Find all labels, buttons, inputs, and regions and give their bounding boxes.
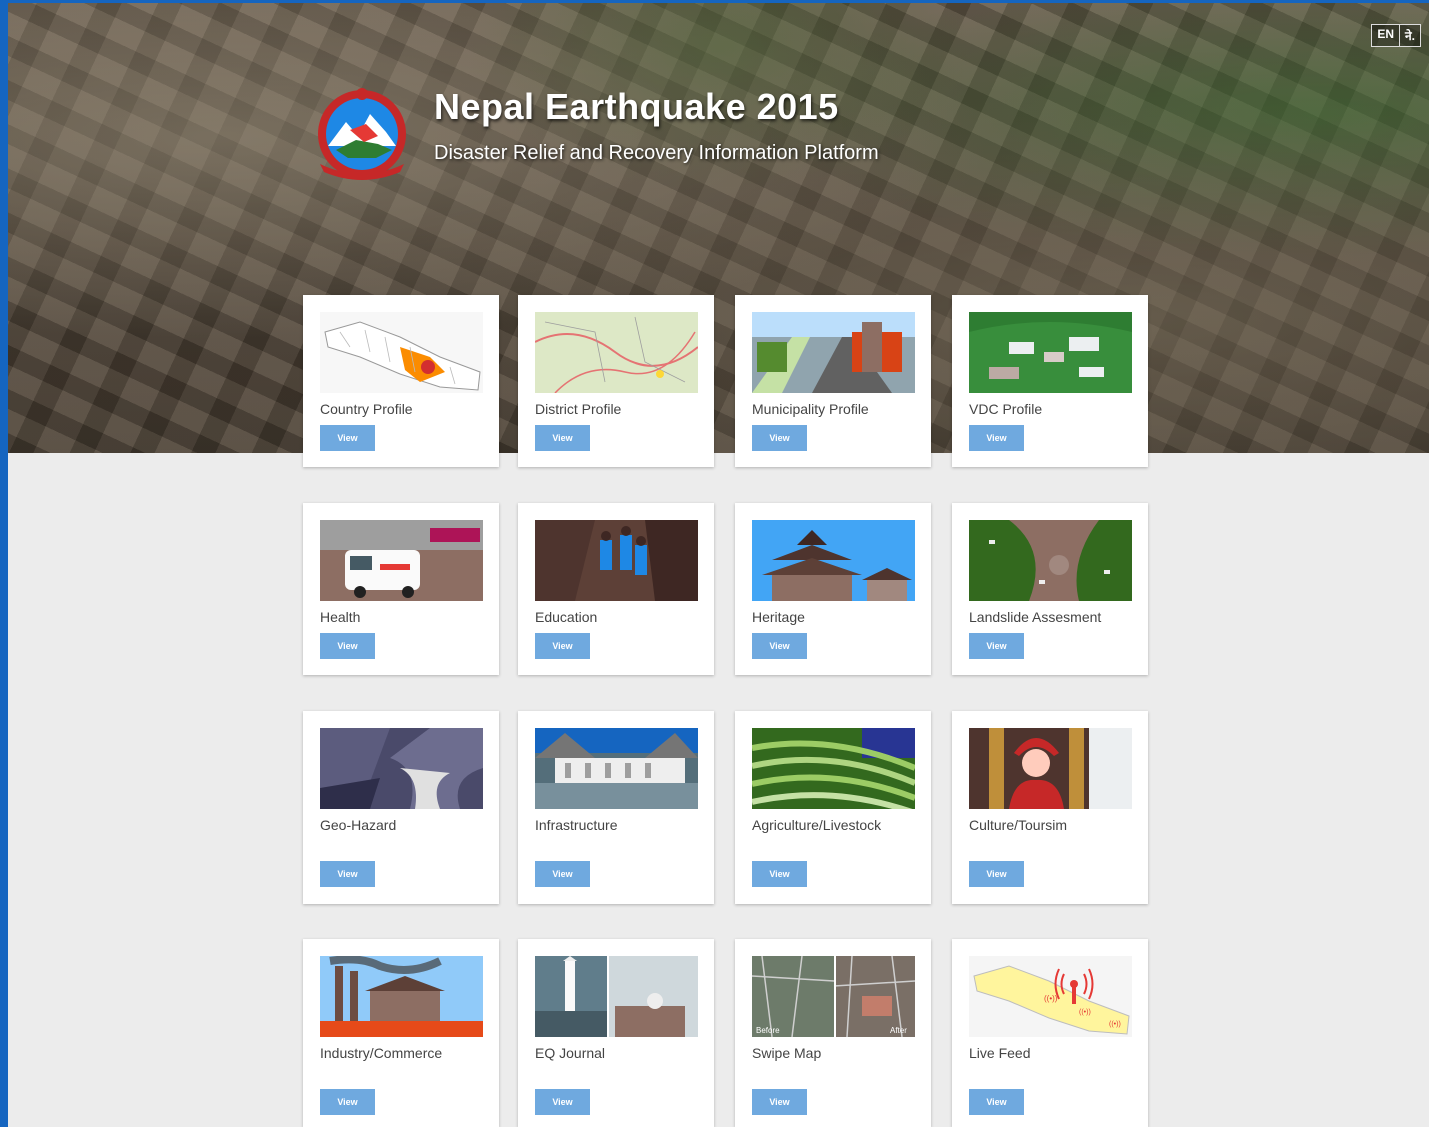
before-label: Before bbox=[756, 1026, 780, 1035]
page-subtitle: Disaster Relief and Recovery Information… bbox=[434, 142, 879, 164]
module-card: Infrastructure View bbox=[518, 711, 714, 904]
nepal-map-thumbnail[interactable] bbox=[320, 312, 483, 393]
module-card-title: Heritage bbox=[752, 609, 805, 625]
village-hills-thumbnail[interactable] bbox=[969, 312, 1132, 393]
brick-kiln-thumbnail[interactable] bbox=[320, 956, 483, 1037]
view-button[interactable]: View bbox=[535, 861, 590, 887]
temple-thumbnail[interactable] bbox=[752, 520, 915, 601]
view-button[interactable]: View bbox=[969, 1089, 1024, 1115]
district-map-thumbnail[interactable] bbox=[535, 312, 698, 393]
view-button[interactable]: View bbox=[320, 633, 375, 659]
module-card: ((•)) ((•)) ((•)) Live Feed View bbox=[952, 939, 1148, 1127]
svg-text:((•)): ((•)) bbox=[1044, 994, 1058, 1003]
landslide-thumbnail[interactable] bbox=[969, 520, 1132, 601]
view-button[interactable]: View bbox=[969, 425, 1024, 451]
view-button[interactable]: View bbox=[320, 1089, 375, 1115]
svg-text:((•)): ((•)) bbox=[1079, 1009, 1091, 1016]
module-card-title: Live Feed bbox=[969, 1045, 1031, 1061]
module-card: Education View bbox=[518, 503, 714, 675]
module-card-title: EQ Journal bbox=[535, 1045, 606, 1061]
module-card-title: Education bbox=[535, 609, 598, 625]
module-card: Landslide Assesment View bbox=[952, 503, 1148, 675]
module-card: VDC Profile View bbox=[952, 295, 1148, 467]
module-card: Country Profile View bbox=[303, 295, 499, 467]
module-card: Before After Swipe Map View bbox=[735, 939, 931, 1127]
view-button[interactable]: View bbox=[535, 425, 590, 451]
page-title: Nepal Earthquake 2015 bbox=[434, 86, 839, 127]
module-card: EQ Journal View bbox=[518, 939, 714, 1127]
module-card-title: Industry/Commerce bbox=[320, 1045, 443, 1061]
view-button[interactable]: View bbox=[752, 633, 807, 659]
view-button[interactable]: View bbox=[969, 633, 1024, 659]
module-card: District Profile View bbox=[518, 295, 714, 467]
window-frame-left bbox=[0, 0, 8, 1127]
module-card-title: Geo-Hazard bbox=[320, 817, 397, 833]
module-card-title: Country Profile bbox=[320, 401, 413, 417]
nepal-government-emblem bbox=[318, 88, 406, 180]
view-button[interactable]: View bbox=[535, 633, 590, 659]
module-card: Geo-Hazard View bbox=[303, 711, 499, 904]
hero-banner: EN ने. bbox=[8, 3, 1429, 453]
module-card-title: Landslide Assesment bbox=[969, 609, 1102, 625]
tower-thumbnail[interactable] bbox=[535, 956, 698, 1037]
dam-thumbnail[interactable] bbox=[535, 728, 698, 809]
module-card: Industry/Commerce View bbox=[303, 939, 499, 1127]
view-button[interactable]: View bbox=[752, 425, 807, 451]
module-card: Agriculture/Livestock View bbox=[735, 711, 931, 904]
before-after-map-thumbnail[interactable]: Before After bbox=[752, 956, 915, 1037]
view-button[interactable]: View bbox=[752, 861, 807, 887]
module-card: Municipality Profile View bbox=[735, 295, 931, 467]
module-card: Culture/Toursim View bbox=[952, 711, 1148, 904]
ambulance-thumbnail[interactable] bbox=[320, 520, 483, 601]
module-card: Heritage View bbox=[735, 503, 931, 675]
module-card-title: Health bbox=[320, 609, 361, 625]
module-card-title: VDC Profile bbox=[969, 401, 1043, 417]
language-switcher: EN ने. bbox=[1371, 24, 1421, 47]
live-feed-map-thumbnail[interactable]: ((•)) ((•)) ((•)) bbox=[969, 956, 1132, 1037]
kumari-thumbnail[interactable] bbox=[969, 728, 1132, 809]
view-button[interactable]: View bbox=[969, 861, 1024, 887]
terraces-thumbnail[interactable] bbox=[752, 728, 915, 809]
module-card-title: Municipality Profile bbox=[752, 401, 869, 417]
lang-np-button[interactable]: ने. bbox=[1400, 25, 1420, 46]
students-thumbnail[interactable] bbox=[535, 520, 698, 601]
after-label: After bbox=[890, 1026, 907, 1035]
satellite-terrain-thumbnail[interactable] bbox=[320, 728, 483, 809]
view-button[interactable]: View bbox=[752, 1089, 807, 1115]
city-road-thumbnail[interactable] bbox=[752, 312, 915, 393]
module-card-title: Culture/Toursim bbox=[969, 817, 1068, 833]
module-card-title: District Profile bbox=[535, 401, 622, 417]
module-card-title: Agriculture/Livestock bbox=[752, 817, 882, 833]
view-button[interactable]: View bbox=[535, 1089, 590, 1115]
module-card-title: Swipe Map bbox=[752, 1045, 822, 1061]
lang-en-button[interactable]: EN bbox=[1372, 25, 1400, 46]
svg-text:((•)): ((•)) bbox=[1109, 1021, 1121, 1028]
module-card: Health View bbox=[303, 503, 499, 675]
view-button[interactable]: View bbox=[320, 861, 375, 887]
module-card-title: Infrastructure bbox=[535, 817, 618, 833]
view-button[interactable]: View bbox=[320, 425, 375, 451]
